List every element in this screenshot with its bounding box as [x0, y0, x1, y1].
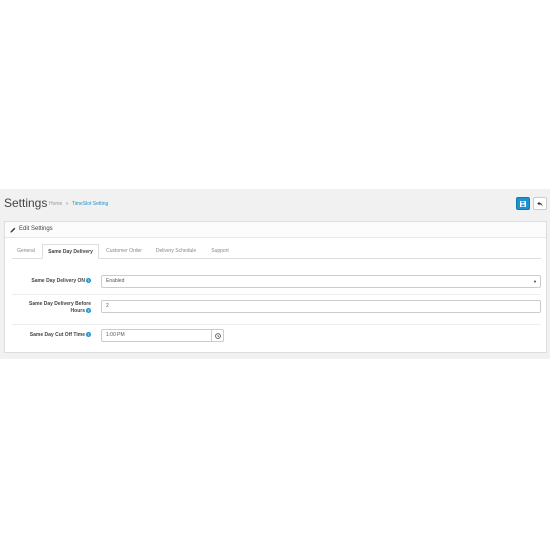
save-icon: [520, 201, 526, 207]
tab-support[interactable]: Support: [205, 244, 235, 258]
same-day-on-value: Enabled: [106, 278, 125, 284]
tab-same-day-delivery[interactable]: Same Day Delivery: [42, 244, 99, 259]
breadcrumb: Home » TimeSlot Setting: [49, 201, 108, 207]
same-day-on-label: Same Day Delivery ON?: [31, 278, 91, 285]
clock-icon: [215, 333, 221, 339]
tab-customer-order[interactable]: Customer Order: [101, 244, 147, 258]
caret-down-icon: ▼: [533, 279, 537, 284]
question-circle-icon[interactable]: ?: [86, 308, 91, 314]
before-hours-input[interactable]: 2: [101, 300, 541, 313]
same-day-on-select[interactable]: Enabled ▼: [101, 275, 541, 288]
tab-delivery-schedule[interactable]: Delivery Schedule: [150, 244, 202, 258]
form-row-before-hours: Same Day Delivery Before Hours? 2: [12, 294, 541, 325]
time-picker-button[interactable]: [211, 329, 224, 342]
tab-general[interactable]: General: [12, 244, 40, 258]
panel-title: Edit Settings: [19, 226, 53, 232]
same-day-on-label-text: Same Day Delivery ON: [31, 278, 85, 284]
breadcrumb-separator: »: [65, 201, 69, 207]
back-button[interactable]: [533, 197, 547, 210]
cut-off-time-value: 1:00 PM: [106, 332, 125, 338]
question-circle-icon[interactable]: ?: [86, 332, 91, 338]
reply-icon: [537, 201, 543, 207]
breadcrumb-home-link[interactable]: Home: [49, 201, 62, 207]
cut-off-time-input[interactable]: 1:00 PM: [101, 329, 212, 342]
panel-heading: Edit Settings: [5, 222, 546, 238]
breadcrumb-timeslot-link[interactable]: TimeSlot Setting: [72, 201, 109, 207]
pencil-icon: [10, 227, 16, 233]
save-button[interactable]: [516, 197, 530, 210]
form-row-same-day-on: Same Day Delivery ON? Enabled ▼: [12, 268, 541, 295]
question-circle-icon[interactable]: ?: [86, 278, 91, 284]
before-hours-label-line2: Hours: [70, 308, 85, 314]
settings-tabs: General Same Day Delivery Customer Order…: [12, 244, 541, 259]
edit-settings-panel: Edit Settings General Same Day Delivery …: [4, 221, 547, 353]
before-hours-value: 2: [106, 303, 109, 309]
admin-content: Settings Home » TimeSlot Setting Edit Se…: [0, 189, 550, 359]
form-row-cut-off: Same Day Cut Off Time? 1:00 PM: [12, 324, 541, 348]
cut-off-label-text: Same Day Cut Off Time: [29, 332, 85, 338]
cut-off-label: Same Day Cut Off Time?: [30, 332, 91, 339]
before-hours-label: Same Day Delivery Before Hours?: [29, 301, 91, 315]
page-title: Settings: [4, 196, 48, 210]
before-hours-label-line1: Same Day Delivery Before: [29, 301, 91, 307]
